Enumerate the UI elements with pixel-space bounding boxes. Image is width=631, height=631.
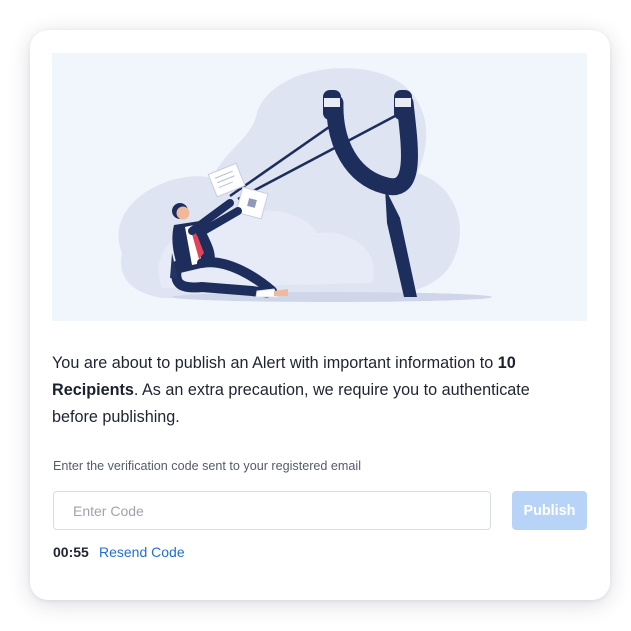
- resend-code-link[interactable]: Resend Code: [99, 544, 185, 560]
- publish-warning-message: You are about to publish an Alert with i…: [52, 350, 572, 431]
- verification-hint: Enter the verification code sent to your…: [53, 459, 362, 473]
- publish-confirm-card: You are about to publish an Alert with i…: [30, 30, 610, 600]
- message-prefix: You are about to publish an Alert with i…: [52, 354, 498, 372]
- countdown-timer: 00:55: [53, 544, 89, 560]
- verification-code-input[interactable]: [53, 491, 491, 530]
- slingshot-illustration: [52, 53, 587, 321]
- publish-button[interactable]: Publish: [512, 491, 587, 530]
- slingshot-businessman-icon: [118, 68, 492, 302]
